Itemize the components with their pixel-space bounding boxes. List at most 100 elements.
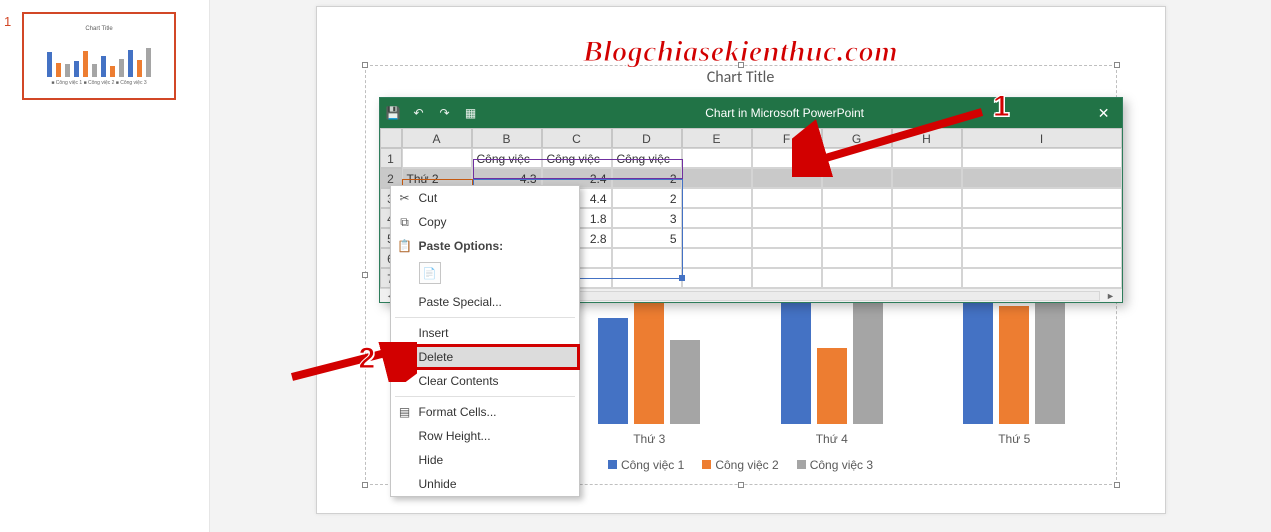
cell[interactable] xyxy=(822,248,892,268)
cell[interactable] xyxy=(682,168,752,188)
column-header[interactable]: D xyxy=(612,128,682,148)
menu-cut[interactable]: ✂ Cut xyxy=(391,186,579,210)
select-all-cell[interactable] xyxy=(380,128,402,148)
cell[interactable] xyxy=(822,148,892,168)
cell[interactable]: Công việc 1 xyxy=(472,148,542,168)
thumbnail-mini-chart xyxy=(47,35,151,77)
cell[interactable]: 5 xyxy=(612,228,682,248)
menu-delete[interactable]: Delete xyxy=(391,345,579,369)
cell[interactable] xyxy=(402,148,472,168)
close-icon[interactable]: ✕ xyxy=(1092,105,1116,122)
cell[interactable] xyxy=(822,228,892,248)
resize-handle[interactable] xyxy=(362,482,368,488)
column-header[interactable]: H xyxy=(892,128,962,148)
legend-item: Công việc 2 xyxy=(702,458,778,472)
slide-number: 1 xyxy=(4,14,11,29)
cell[interactable] xyxy=(892,268,962,288)
column-header[interactable]: A xyxy=(402,128,472,148)
edit-data-icon[interactable]: ▦ xyxy=(464,106,478,120)
cell[interactable] xyxy=(892,188,962,208)
cell[interactable] xyxy=(752,148,822,168)
cell[interactable] xyxy=(892,168,962,188)
column-header[interactable]: B xyxy=(472,128,542,148)
cell[interactable] xyxy=(682,248,752,268)
legend-item: Công việc 1 xyxy=(608,458,684,472)
menu-clear-contents[interactable]: Clear Contents xyxy=(391,369,579,393)
menu-hide[interactable]: Hide xyxy=(391,448,579,472)
watermark-text: Blogchiasekienthuc.com xyxy=(583,35,898,69)
cell[interactable] xyxy=(962,148,1122,168)
cell[interactable]: 2 xyxy=(612,168,682,188)
annotation-step-1: 1 xyxy=(993,90,1010,124)
undo-icon[interactable]: ↶ xyxy=(412,106,426,120)
save-icon[interactable]: 💾 xyxy=(386,106,400,120)
cell[interactable]: Công việc 2 xyxy=(542,148,612,168)
cell[interactable] xyxy=(752,248,822,268)
cell[interactable] xyxy=(682,148,752,168)
slide-editor-canvas: Blogchiasekienthuc.com Chart Title Thứ 2… xyxy=(210,0,1271,532)
resize-handle[interactable] xyxy=(362,62,368,68)
thumbnail-legend: ■ Công việc 1 ■ Công việc 2 ■ Công việc … xyxy=(51,80,146,86)
cell[interactable] xyxy=(612,268,682,288)
resize-handle[interactable] xyxy=(738,482,744,488)
copy-icon: ⧉ xyxy=(397,215,413,230)
active-slide[interactable]: Blogchiasekienthuc.com Chart Title Thứ 2… xyxy=(316,6,1166,514)
x-label: Thứ 3 xyxy=(633,432,665,446)
column-header[interactable]: F xyxy=(752,128,822,148)
cell[interactable] xyxy=(962,248,1122,268)
cell[interactable]: 2 xyxy=(612,188,682,208)
cell[interactable] xyxy=(822,188,892,208)
column-header[interactable]: E xyxy=(682,128,752,148)
scroll-right-icon[interactable]: ► xyxy=(1104,291,1118,301)
menu-insert[interactable]: Insert xyxy=(391,321,579,345)
column-header[interactable]: I xyxy=(962,128,1122,148)
menu-format-cells[interactable]: ▤ Format Cells... xyxy=(391,400,579,424)
column-header[interactable]: G xyxy=(822,128,892,148)
cell[interactable] xyxy=(892,228,962,248)
cell[interactable] xyxy=(962,168,1122,188)
cell[interactable] xyxy=(682,188,752,208)
resize-handle[interactable] xyxy=(1114,62,1120,68)
row-context-menu: ✂ Cut ⧉ Copy 📋 Paste Options: 📄 Paste Sp… xyxy=(390,185,580,497)
cell[interactable] xyxy=(752,268,822,288)
slide-thumbnails-panel: 1 Chart Title ■ Công việc 1 ■ Công việc … xyxy=(0,0,210,532)
cell[interactable] xyxy=(682,268,752,288)
menu-paste-special[interactable]: Paste Special... xyxy=(391,290,579,314)
slide-thumbnail-1[interactable]: Chart Title ■ Công việc 1 ■ Công việc 2 … xyxy=(22,12,176,100)
resize-handle[interactable] xyxy=(1114,482,1120,488)
cell[interactable] xyxy=(822,168,892,188)
spreadsheet-titlebar[interactable]: 💾 ↶ ↷ ▦ Chart in Microsoft PowerPoint ✕ xyxy=(380,98,1122,128)
cell[interactable] xyxy=(682,208,752,228)
cell[interactable] xyxy=(752,208,822,228)
cell[interactable] xyxy=(822,268,892,288)
menu-unhide[interactable]: Unhide xyxy=(391,472,579,496)
paste-keep-source-icon[interactable]: 📄 xyxy=(419,262,441,284)
menu-separator xyxy=(395,317,575,318)
cell[interactable] xyxy=(752,188,822,208)
cell[interactable] xyxy=(962,208,1122,228)
cell[interactable] xyxy=(682,228,752,248)
cell[interactable] xyxy=(822,208,892,228)
cell[interactable] xyxy=(612,248,682,268)
resize-handle[interactable] xyxy=(362,272,368,278)
row-header[interactable]: 1 xyxy=(380,148,402,168)
paste-options-icons: 📄 xyxy=(391,258,579,290)
cell[interactable]: Công việc 3 xyxy=(612,148,682,168)
cell[interactable] xyxy=(752,228,822,248)
cell[interactable] xyxy=(752,168,822,188)
cell[interactable] xyxy=(962,188,1122,208)
cell[interactable] xyxy=(962,268,1122,288)
menu-copy[interactable]: ⧉ Copy xyxy=(391,210,579,234)
x-label: Thứ 4 xyxy=(816,432,848,446)
menu-row-height[interactable]: Row Height... xyxy=(391,424,579,448)
thumbnail-chart-title: Chart Title xyxy=(85,26,112,32)
annotation-step-2: 2 xyxy=(359,342,376,376)
cell[interactable] xyxy=(962,228,1122,248)
column-header[interactable]: C xyxy=(542,128,612,148)
cell[interactable] xyxy=(892,208,962,228)
cell[interactable]: 3 xyxy=(612,208,682,228)
redo-icon[interactable]: ↷ xyxy=(438,106,452,120)
cell[interactable] xyxy=(892,148,962,168)
cell[interactable] xyxy=(892,248,962,268)
format-cells-icon: ▤ xyxy=(397,405,413,419)
